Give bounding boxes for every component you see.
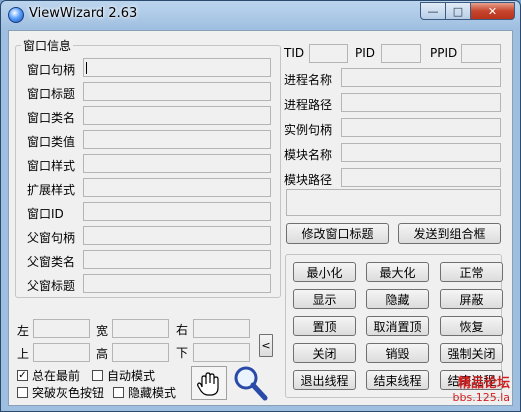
modify-window-title-button[interactable]: 修改窗口标题: [286, 223, 389, 244]
process-info-field[interactable]: [341, 68, 501, 87]
window-title: ViewWizard 2.63: [29, 6, 138, 21]
width-label: 宽: [96, 324, 109, 338]
window-info-label: 窗口类值: [27, 135, 76, 149]
break-gray-button-checkbox[interactable]: 突破灰色按钮: [17, 384, 104, 401]
process-info-field[interactable]: [341, 118, 501, 137]
ppid-label: PPID: [430, 46, 458, 60]
break-gray-button-label: 突破灰色按钮: [32, 386, 105, 400]
window-info-label: 父窗句柄: [27, 231, 76, 245]
tid-field[interactable]: [309, 44, 348, 63]
hide-mode-checkbox[interactable]: 隐藏模式: [113, 384, 176, 401]
window-info-field[interactable]: [83, 178, 271, 197]
window-info-label: 扩展样式: [27, 183, 76, 197]
process-info-label: 模块名称: [284, 148, 333, 162]
collapse-button[interactable]: <: [259, 334, 273, 357]
bottom-label: 下: [176, 346, 189, 360]
width-field[interactable]: [112, 319, 169, 338]
action-button[interactable]: 退出线程: [293, 370, 356, 390]
window-info-field[interactable]: [83, 274, 271, 293]
height-field[interactable]: [112, 343, 169, 362]
always-on-top-box[interactable]: ✓: [17, 370, 28, 381]
close-icon: ✕: [487, 4, 498, 18]
left-field[interactable]: [33, 319, 90, 338]
auto-mode-checkbox[interactable]: 自动模式: [92, 367, 155, 384]
top-field[interactable]: [33, 343, 90, 362]
watermark-title: 精品论坛: [457, 376, 510, 391]
action-button[interactable]: 屏蔽: [440, 289, 503, 309]
action-button[interactable]: 强制关闭: [440, 343, 503, 363]
process-info-label: 进程名称: [284, 73, 333, 87]
action-button[interactable]: 最大化: [366, 262, 429, 282]
window-info-label: 窗口标题: [27, 87, 76, 101]
maximize-icon: □: [452, 4, 464, 18]
window-info-field[interactable]: [83, 130, 271, 149]
top-label: 上: [17, 347, 30, 361]
action-button[interactable]: 取消置顶: [366, 316, 429, 336]
process-info-label: 模块路径: [284, 173, 333, 187]
action-button[interactable]: 隐藏: [366, 289, 429, 309]
app-icon[interactable]: [8, 7, 24, 23]
action-button[interactable]: 置顶: [293, 316, 356, 336]
left-label: 左: [17, 324, 30, 338]
window-info-label: 父窗标题: [27, 279, 76, 293]
always-on-top-checkbox[interactable]: ✓ 总在最前: [17, 367, 80, 384]
window-info-field[interactable]: [83, 202, 271, 221]
window-info-field[interactable]: [83, 58, 271, 77]
hand-icon: [197, 372, 219, 396]
bottom-field[interactable]: [193, 343, 250, 362]
window-info-label: 窗口样式: [27, 159, 76, 173]
check-mark-icon: ✓: [18, 369, 27, 381]
process-info-field[interactable]: [341, 93, 501, 112]
minimize-button[interactable]: —: [420, 2, 446, 20]
watermark: 精品论坛 bbs.125.la: [453, 372, 510, 404]
process-info-field[interactable]: [341, 143, 501, 162]
client-area: 窗口信息 窗口句柄窗口标题窗口类名窗口类值窗口样式扩展样式窗口ID 父窗句柄父窗类…: [8, 30, 513, 406]
window-info-label: 窗口ID: [27, 207, 64, 221]
app-window: ViewWizard 2.63 — □ ✕ 窗口信息 窗口句柄 窗口标题 窗口类名窗…: [0, 0, 521, 412]
height-label: 高: [96, 347, 109, 361]
window-info-field[interactable]: [83, 250, 271, 269]
tid-label: TID: [284, 46, 305, 60]
action-button[interactable]: 结束线程: [366, 370, 429, 390]
process-info-label: 实例句柄: [284, 123, 333, 137]
auto-mode-box[interactable]: [92, 370, 103, 381]
action-button[interactable]: 恢复: [440, 316, 503, 336]
action-button[interactable]: 销毁: [366, 343, 429, 363]
right-label: 右: [176, 323, 189, 337]
window-info-field[interactable]: [83, 226, 271, 245]
right-field[interactable]: [193, 319, 250, 338]
hide-mode-box[interactable]: [113, 387, 124, 398]
auto-mode-label: 自动模式: [107, 369, 156, 383]
process-info-field[interactable]: [341, 168, 501, 187]
break-gray-button-box[interactable]: [17, 387, 28, 398]
window-info-field[interactable]: [83, 82, 271, 101]
action-button[interactable]: 显示: [293, 289, 356, 309]
drag-finder-tool[interactable]: [191, 366, 227, 400]
magnifier-icon: [234, 366, 268, 401]
window-info-label: 窗口句柄: [27, 63, 76, 77]
always-on-top-label: 总在最前: [32, 369, 81, 383]
hide-mode-label: 隐藏模式: [128, 386, 177, 400]
window-info-label: 窗口类名: [27, 111, 76, 125]
action-button[interactable]: 关闭: [293, 343, 356, 363]
process-info-label: 进程路径: [284, 98, 333, 112]
window-info-field[interactable]: [83, 106, 271, 125]
action-button[interactable]: 最小化: [293, 262, 356, 282]
close-button[interactable]: ✕: [471, 2, 515, 20]
window-info-group-title: 窗口信息: [21, 37, 74, 54]
extra-info-field[interactable]: [286, 189, 501, 216]
send-to-combobox-button[interactable]: 发送到组合框: [398, 223, 501, 244]
magnifier-tool[interactable]: [231, 364, 269, 402]
watermark-url: bbs.125.la: [452, 391, 510, 404]
minimize-icon: —: [427, 4, 439, 18]
title-bar[interactable]: ViewWizard 2.63 — □ ✕: [1, 1, 520, 29]
maximize-button[interactable]: □: [446, 2, 471, 20]
window-info-field[interactable]: [83, 154, 271, 173]
window-info-label: 父窗类名: [27, 255, 76, 269]
ppid-field[interactable]: [461, 44, 501, 63]
pid-label: PID: [355, 46, 376, 60]
pid-field[interactable]: [381, 44, 421, 63]
action-button[interactable]: 正常: [440, 262, 503, 282]
caption-buttons: — □ ✕: [420, 2, 515, 20]
